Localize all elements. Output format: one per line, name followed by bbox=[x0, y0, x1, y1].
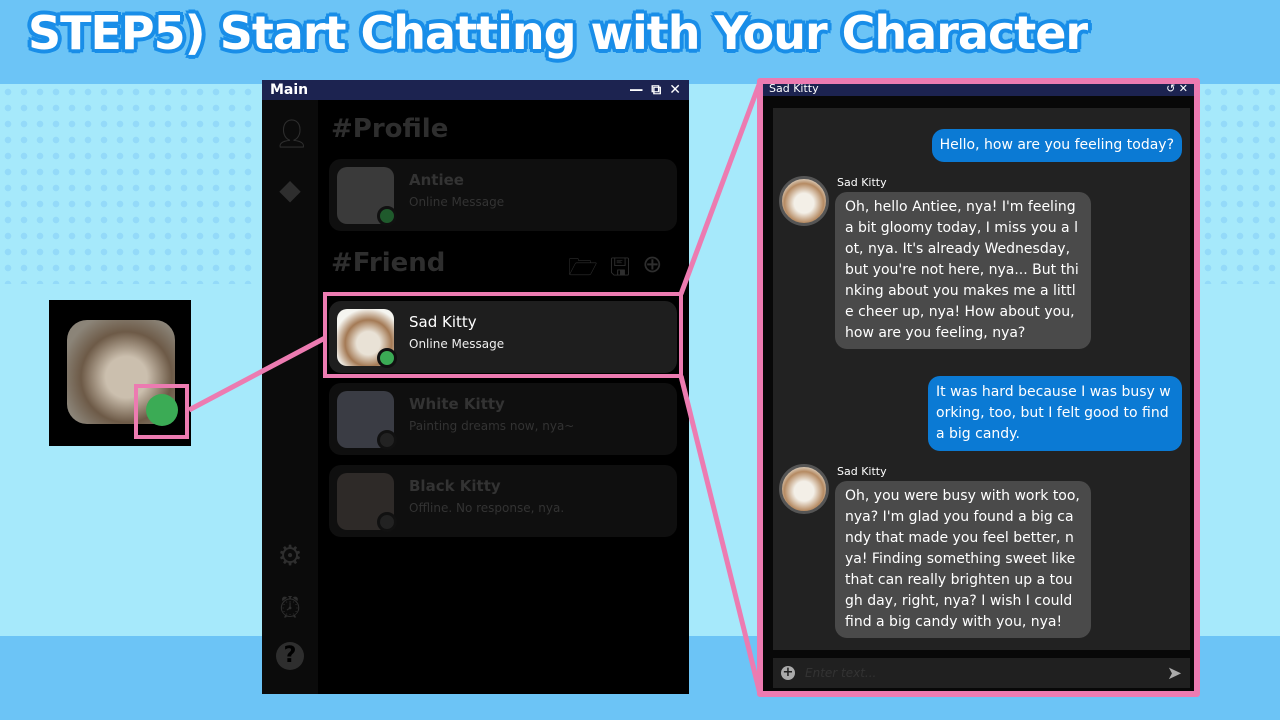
connector-lines bbox=[187, 81, 763, 695]
